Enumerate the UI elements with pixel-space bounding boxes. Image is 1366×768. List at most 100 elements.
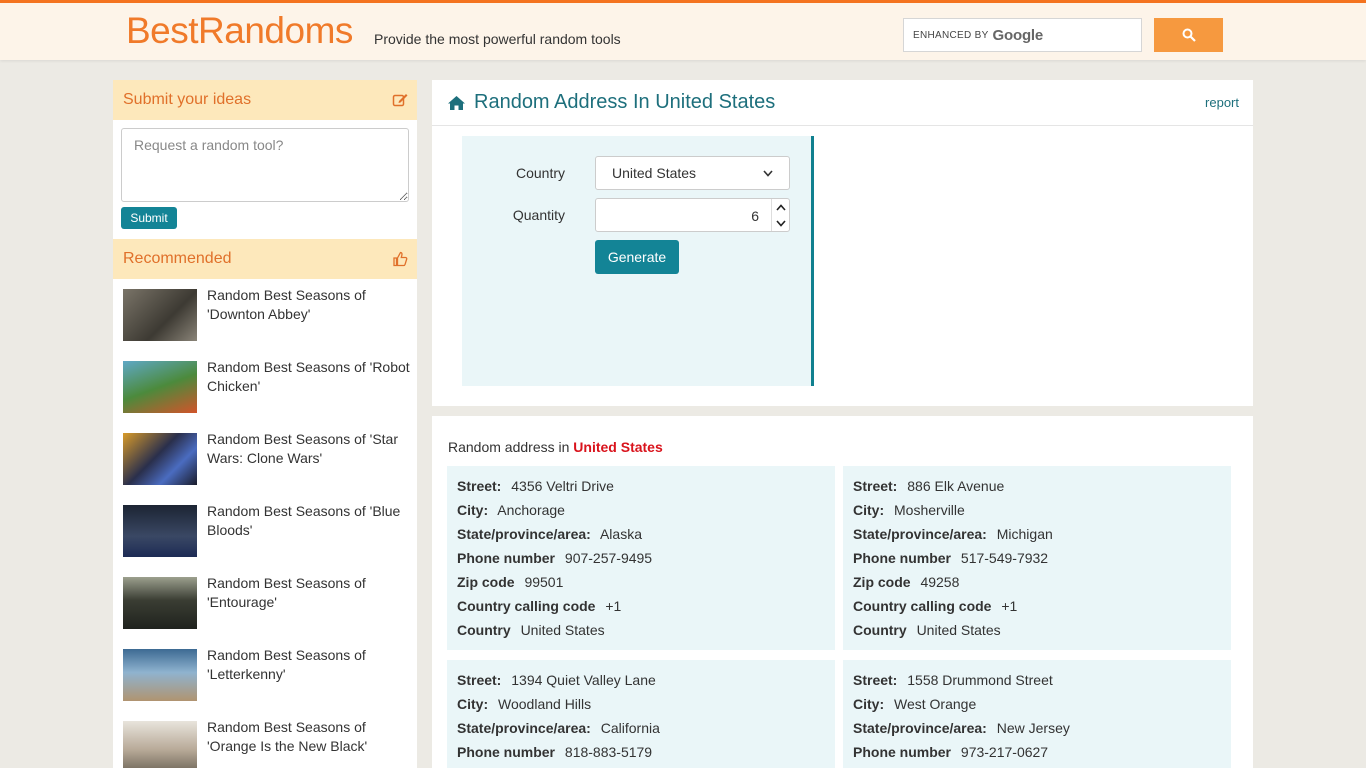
state-line: State/province/area: New Jersey <box>853 719 1221 743</box>
search-button[interactable] <box>1154 18 1223 52</box>
chevron-down-icon[interactable] <box>775 219 786 227</box>
city-key: City: <box>853 696 885 712</box>
state-key: State/province/area: <box>853 526 987 542</box>
edit-icon <box>392 94 408 107</box>
thumbnail[interactable] <box>123 361 197 413</box>
quantity-stepper[interactable]: 6 <box>595 198 790 232</box>
calling-code-value: +1 <box>605 598 622 614</box>
search-provider-label: Google <box>992 26 1044 44</box>
tool-form: Country United States Quantity 6 Generat… <box>462 136 814 386</box>
country-value: United States <box>520 622 605 638</box>
street-key: Street: <box>457 672 502 688</box>
recommended-item-label[interactable]: Random Best Seasons of 'Star Wars: Clone… <box>207 430 415 468</box>
recommended-item-label[interactable]: Random Best Seasons of 'Robot Chicken' <box>207 358 415 396</box>
zip-line: Zip code 49258 <box>853 573 1221 597</box>
quantity-value: 6 <box>751 208 759 224</box>
chevron-down-icon <box>763 169 773 177</box>
street-key: Street: <box>457 478 502 494</box>
country-select[interactable]: United States <box>595 156 790 190</box>
address-card: Street: 1394 Quiet Valley Lane City: Woo… <box>447 660 835 768</box>
chevron-up-icon[interactable] <box>775 203 786 211</box>
city-line: City: Anchorage <box>457 501 825 525</box>
state-line: State/province/area: Alaska <box>457 525 825 549</box>
address-card: Street: 886 Elk Avenue City: Mosherville… <box>843 466 1231 650</box>
street-line: Street: 886 Elk Avenue <box>853 477 1221 501</box>
phone-value: 907-257-9495 <box>564 550 653 566</box>
home-icon[interactable] <box>447 95 466 111</box>
results-caption-prefix: Random address in <box>448 439 570 455</box>
idea-request-field[interactable] <box>121 128 409 202</box>
country-line: Country United States <box>457 621 825 645</box>
thumbnail[interactable] <box>123 289 197 341</box>
city-line: City: West Orange <box>853 695 1221 719</box>
country-row: Country <box>462 156 565 190</box>
submit-button[interactable]: Submit <box>121 207 177 229</box>
zip-value: 49258 <box>920 574 960 590</box>
list-item[interactable]: Random Best Seasons of 'Star Wars: Clone… <box>113 423 417 495</box>
phone-line: Phone number 907-257-9495 <box>457 549 825 573</box>
recommended-header: Recommended <box>113 239 417 279</box>
thumbnail[interactable] <box>123 433 197 485</box>
state-value: Alaska <box>599 526 642 542</box>
zip-key: Zip code <box>853 574 911 590</box>
calling-code-key: Country calling code <box>853 598 992 614</box>
state-line: State/province/area: California <box>457 719 825 743</box>
thumbnail[interactable] <box>123 577 197 629</box>
list-item[interactable]: Random Best Seasons of 'Orange Is the Ne… <box>113 711 417 768</box>
thumbnail[interactable] <box>123 721 197 768</box>
recommended-title: Recommended <box>123 250 232 267</box>
top-bar: BestRandoms Provide the most powerful ra… <box>0 0 1366 60</box>
list-item[interactable]: Random Best Seasons of 'Letterkenny' <box>113 639 417 711</box>
recommended-item-label[interactable]: Random Best Seasons of 'Orange Is the Ne… <box>207 718 415 756</box>
search-enhanced-label: ENHANCED BY <box>913 29 989 41</box>
search-icon <box>1182 28 1196 42</box>
list-item[interactable]: Random Best Seasons of 'Robot Chicken' <box>113 351 417 423</box>
country-label: Country <box>515 165 565 181</box>
results-caption-country: United States <box>573 439 663 455</box>
state-key: State/province/area: <box>457 720 591 736</box>
list-item[interactable]: Random Best Seasons of 'Downton Abbey' <box>113 279 417 351</box>
recommended-item-label[interactable]: Random Best Seasons of 'Entourage' <box>207 574 415 612</box>
recommended-item-label[interactable]: Random Best Seasons of 'Letterkenny' <box>207 646 415 684</box>
ideas-form: Submit <box>113 120 417 237</box>
zip-key: Zip code <box>457 574 515 590</box>
search-input[interactable]: ENHANCED BY Google <box>903 18 1142 52</box>
city-line: City: Mosherville <box>853 501 1221 525</box>
city-line: City: Woodland Hills <box>457 695 825 719</box>
phone-key: Phone number <box>853 550 952 566</box>
site-tagline: Provide the most powerful random tools <box>374 31 621 47</box>
quantity-label: Quantity <box>512 207 565 223</box>
country-key: Country <box>457 622 511 638</box>
recommended-item-label[interactable]: Random Best Seasons of 'Blue Bloods' <box>207 502 415 540</box>
phone-key: Phone number <box>457 744 556 760</box>
ideas-title: Submit your ideas <box>123 91 252 108</box>
country-key: Country <box>853 622 907 638</box>
street-value: 886 Elk Avenue <box>907 478 1005 494</box>
phone-value: 973-217-0627 <box>960 744 1049 760</box>
stepper-controls[interactable] <box>771 199 789 231</box>
site-logo[interactable]: BestRandoms <box>126 11 353 51</box>
zip-line: Zip code 99501 <box>457 573 825 597</box>
city-value: West Orange <box>894 696 977 712</box>
address-card: Street: 4356 Veltri Drive City: Anchorag… <box>447 466 835 650</box>
results-card: Random address in United States Street: … <box>432 416 1253 768</box>
page-title: Random Address In United States <box>447 91 775 114</box>
list-item[interactable]: Random Best Seasons of 'Entourage' <box>113 567 417 639</box>
thumbnail[interactable] <box>123 649 197 701</box>
list-item[interactable]: Random Best Seasons of 'Blue Bloods' <box>113 495 417 567</box>
state-value: California <box>600 720 660 736</box>
generate-button[interactable]: Generate <box>595 240 679 274</box>
thumbnail[interactable] <box>123 505 197 557</box>
calling-code-key: Country calling code <box>457 598 596 614</box>
street-line: Street: 1558 Drummond Street <box>853 671 1221 695</box>
thumbs-up-icon <box>393 251 408 267</box>
street-line: Street: 4356 Veltri Drive <box>457 477 825 501</box>
ideas-header: Submit your ideas <box>113 80 417 120</box>
city-key: City: <box>853 502 885 518</box>
recommended-item-label[interactable]: Random Best Seasons of 'Downton Abbey' <box>207 286 415 324</box>
city-value: Woodland Hills <box>498 696 592 712</box>
report-link[interactable]: report <box>1205 95 1239 110</box>
country-select-value: United States <box>612 165 697 181</box>
state-value: New Jersey <box>996 720 1070 736</box>
city-key: City: <box>457 502 489 518</box>
